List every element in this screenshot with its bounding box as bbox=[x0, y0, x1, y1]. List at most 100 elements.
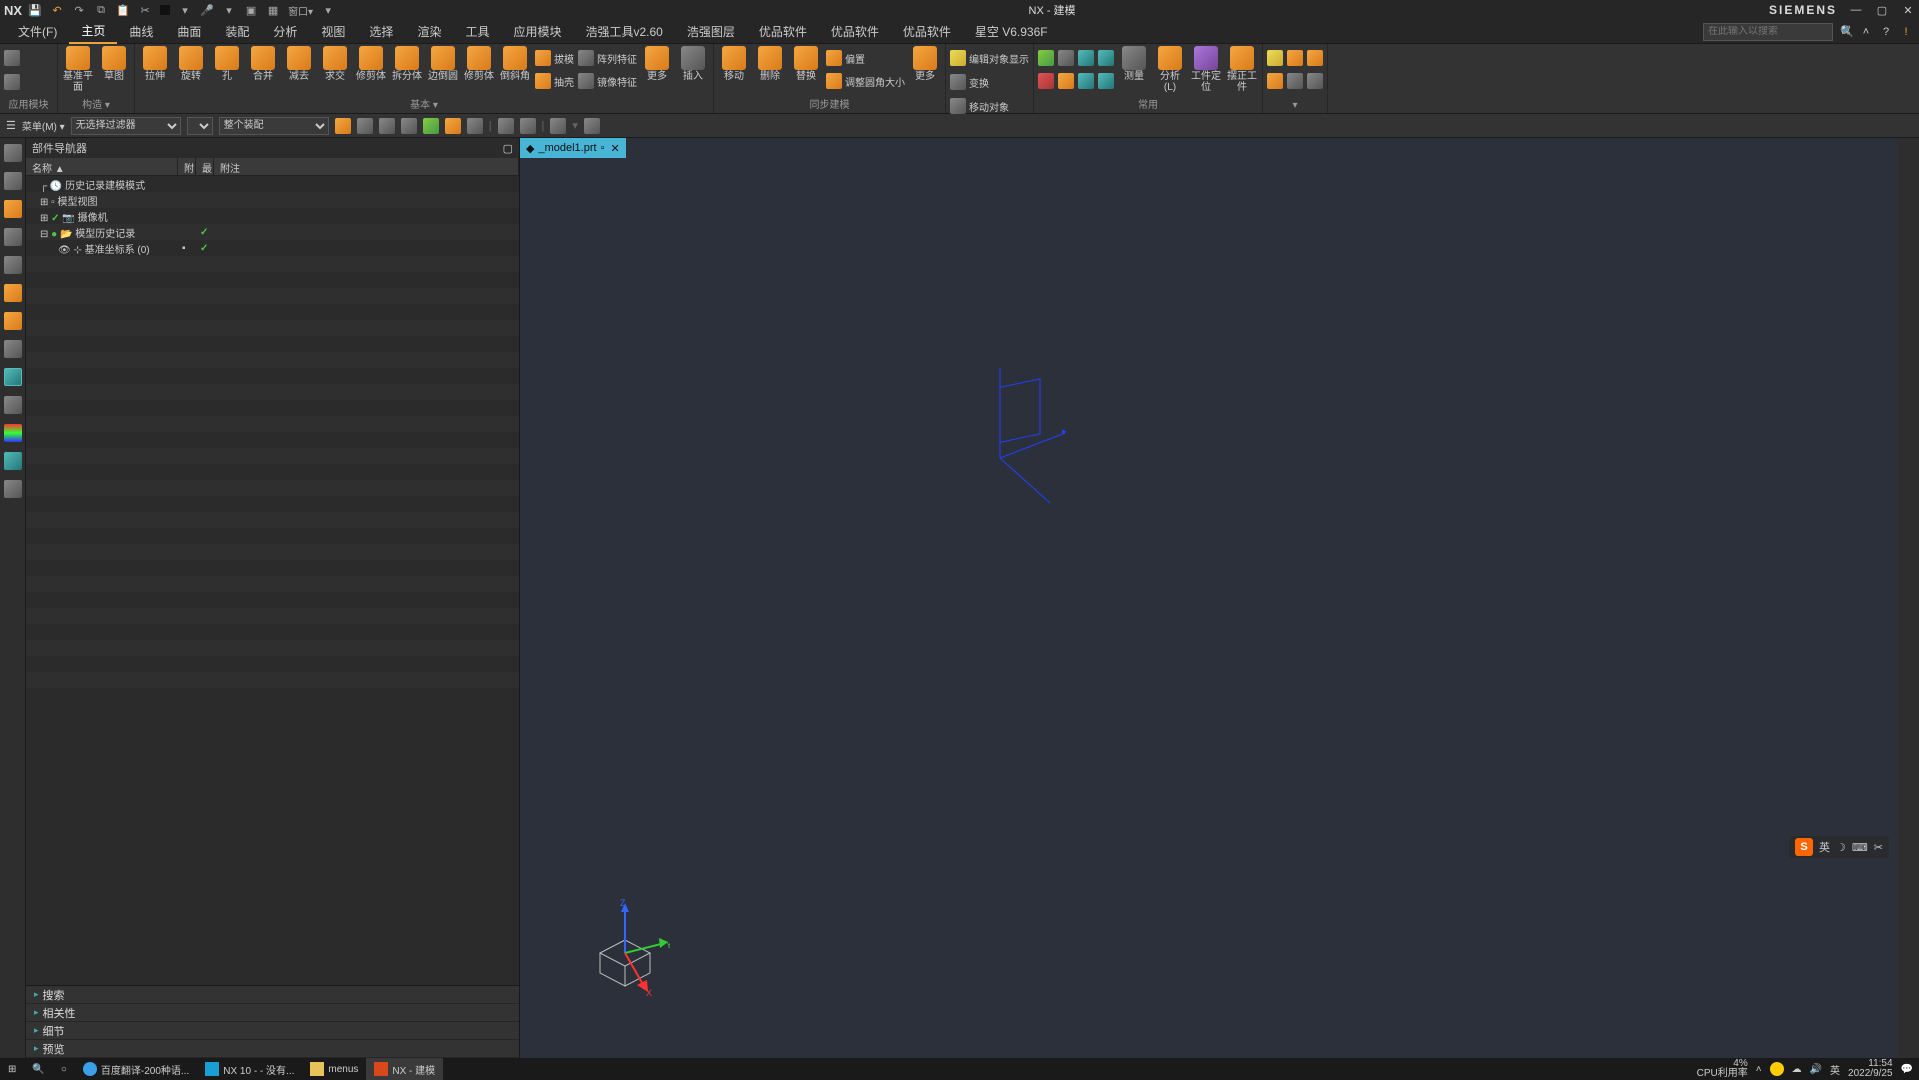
offset-button[interactable]: 偏置 bbox=[826, 48, 905, 68]
nav-section-dep[interactable]: 相关性 bbox=[26, 1004, 519, 1022]
menu-curve[interactable]: 曲线 bbox=[117, 20, 165, 43]
tray-notif-icon[interactable]: 💬 bbox=[1901, 1064, 1913, 1075]
search-button[interactable]: 🔍 bbox=[24, 1058, 52, 1080]
dropdown-icon[interactable]: ▾ bbox=[222, 3, 236, 17]
nav-section-search[interactable]: 搜索 bbox=[26, 986, 519, 1004]
tab-close-icon[interactable]: ✕ bbox=[610, 142, 619, 155]
chamfer-button[interactable]: 倒斜角 bbox=[499, 46, 531, 82]
subtract-button[interactable]: 减去 bbox=[283, 46, 315, 82]
task-nx[interactable]: NX - 建模 bbox=[366, 1058, 443, 1080]
sel-icon[interactable] bbox=[401, 118, 417, 134]
menu-home[interactable]: 主页 bbox=[69, 19, 117, 44]
ime-lang[interactable]: 英 bbox=[1819, 839, 1830, 855]
sel-icon[interactable] bbox=[423, 118, 439, 134]
more2-button[interactable]: 更多 bbox=[909, 46, 941, 82]
dropdown-icon[interactable]: ▾ bbox=[321, 3, 335, 17]
tree-row[interactable]: 👁 ⊹ 基准坐标系 (0)▪✓ bbox=[26, 240, 519, 256]
document-tab[interactable]: ◆ _model1.prt ▫ ✕ bbox=[520, 138, 626, 158]
sel-icon[interactable] bbox=[335, 118, 351, 134]
moveobj-button[interactable]: 移动对象 bbox=[950, 96, 1009, 116]
cut-icon[interactable]: ✂ bbox=[138, 3, 152, 17]
window-icon[interactable]: ▦ bbox=[266, 3, 280, 17]
menu-select[interactable]: 选择 bbox=[357, 20, 405, 43]
assembly-select[interactable]: 整个装配 bbox=[219, 117, 329, 135]
tray-chevron-icon[interactable]: ˄ bbox=[1756, 1064, 1762, 1075]
nav-icon[interactable] bbox=[4, 228, 22, 246]
tree-body[interactable]: ┌ 🕓 历史记录建模模式 ⊞ ▫ 模型视图 ⊞ ✓ 📷 摄像机 ⊟ ● 📂 模型… bbox=[26, 176, 519, 985]
help-icon[interactable]: ? bbox=[1879, 25, 1893, 39]
split-button[interactable]: 拆分体 bbox=[391, 46, 423, 82]
start-button[interactable]: ⊞ bbox=[0, 1058, 24, 1080]
window-icon[interactable]: ▣ bbox=[244, 3, 258, 17]
g4c[interactable] bbox=[1058, 48, 1074, 68]
revolve-button[interactable]: 旋转 bbox=[175, 46, 207, 82]
nav-icon[interactable] bbox=[4, 200, 22, 218]
nav-section-detail[interactable]: 细节 bbox=[26, 1022, 519, 1040]
menu-hq1[interactable]: 浩强工具v2.60 bbox=[573, 20, 674, 43]
task-browser[interactable]: 百度翻译-200种语... bbox=[75, 1058, 197, 1080]
ext5[interactable] bbox=[1307, 48, 1323, 68]
ext4[interactable] bbox=[1287, 71, 1303, 91]
more-button[interactable]: 更多 bbox=[641, 46, 673, 82]
ime-moon-icon[interactable]: ☽ bbox=[1836, 841, 1846, 854]
tree-row[interactable]: ⊞ ▫ 模型视图 bbox=[26, 192, 519, 208]
ext2[interactable] bbox=[1267, 71, 1283, 91]
maximize-icon[interactable]: ▢ bbox=[1875, 3, 1889, 17]
task-folder[interactable]: menus bbox=[302, 1058, 366, 1080]
menu-analysis[interactable]: 分析 bbox=[261, 20, 309, 43]
g4f[interactable] bbox=[1078, 71, 1094, 91]
tray-dot-icon[interactable] bbox=[1770, 1062, 1784, 1076]
shell-button[interactable]: 抽壳 bbox=[535, 71, 574, 91]
menu-assembly[interactable]: 装配 bbox=[213, 20, 261, 43]
analyze-button[interactable]: 分析(L) bbox=[1154, 46, 1186, 93]
tool-shell[interactable] bbox=[4, 48, 20, 68]
nav-icon[interactable] bbox=[4, 396, 22, 414]
trim-button[interactable]: 修剪体 bbox=[355, 46, 387, 82]
pin-icon[interactable]: ▢ bbox=[503, 142, 513, 155]
search-input[interactable]: 🔍 bbox=[1703, 23, 1833, 41]
tree-row[interactable]: ⊞ ✓ 📷 摄像机 bbox=[26, 208, 519, 224]
menu-tools[interactable]: 工具 bbox=[453, 20, 501, 43]
menu-render[interactable]: 渲染 bbox=[405, 20, 453, 43]
move-button[interactable]: 移动 bbox=[718, 46, 750, 82]
ext3[interactable] bbox=[1287, 48, 1303, 68]
col-a[interactable]: 附 bbox=[178, 158, 196, 175]
ext6[interactable] bbox=[1307, 71, 1323, 91]
ime-toolbar[interactable]: S 英 ☽ ⌨ ✂ bbox=[1789, 836, 1889, 858]
menu-xk[interactable]: 星空 V6.936F bbox=[963, 20, 1060, 43]
menu-icon[interactable]: ☰ bbox=[6, 119, 16, 132]
intersect-button[interactable]: 求交 bbox=[319, 46, 351, 82]
unite-button[interactable]: 合并 bbox=[247, 46, 279, 82]
mic-icon[interactable]: 🎤 bbox=[200, 3, 214, 17]
measure-button[interactable]: 测量 bbox=[1118, 46, 1150, 82]
window-label[interactable]: 窗口▾ bbox=[288, 3, 313, 17]
ext1[interactable] bbox=[1267, 48, 1283, 68]
menu-label[interactable]: 菜单(M) ▾ bbox=[22, 118, 65, 133]
task-nx10[interactable]: NX 10 - - 没有... bbox=[197, 1058, 302, 1080]
sogou-icon[interactable]: S bbox=[1795, 838, 1813, 856]
menu-yp3[interactable]: 优品软件 bbox=[891, 20, 963, 43]
nav-icon[interactable] bbox=[4, 340, 22, 358]
minimize-icon[interactable]: — bbox=[1849, 3, 1863, 17]
datum-plane-button[interactable]: 基准平面 bbox=[62, 46, 94, 93]
fullscreen-icon[interactable]: ⛶ bbox=[1839, 25, 1853, 39]
nav-icon[interactable] bbox=[4, 172, 22, 190]
sel-icon[interactable] bbox=[445, 118, 461, 134]
g4d[interactable] bbox=[1058, 71, 1074, 91]
g4h[interactable] bbox=[1098, 71, 1114, 91]
align-button[interactable]: 摆正工件 bbox=[1226, 46, 1258, 93]
ime-scissors-icon[interactable]: ✂ bbox=[1874, 841, 1883, 854]
menu-view[interactable]: 视图 bbox=[309, 20, 357, 43]
tray-ime[interactable]: 英 bbox=[1830, 1062, 1840, 1077]
insert-button[interactable]: 插入 bbox=[677, 46, 709, 82]
sel-icon[interactable] bbox=[357, 118, 373, 134]
filter-select[interactable]: 无选择过滤器 bbox=[71, 117, 181, 135]
sel-icon[interactable] bbox=[467, 118, 483, 134]
draft-button[interactable]: 拔模 bbox=[535, 48, 574, 68]
color-swatch[interactable] bbox=[160, 5, 170, 15]
nav-icon[interactable] bbox=[4, 368, 22, 386]
delete-button[interactable]: 删除 bbox=[754, 46, 786, 82]
scope-select[interactable] bbox=[187, 117, 213, 135]
search-field[interactable] bbox=[1708, 26, 1840, 37]
tab-pin-icon[interactable]: ▫ bbox=[601, 142, 605, 154]
